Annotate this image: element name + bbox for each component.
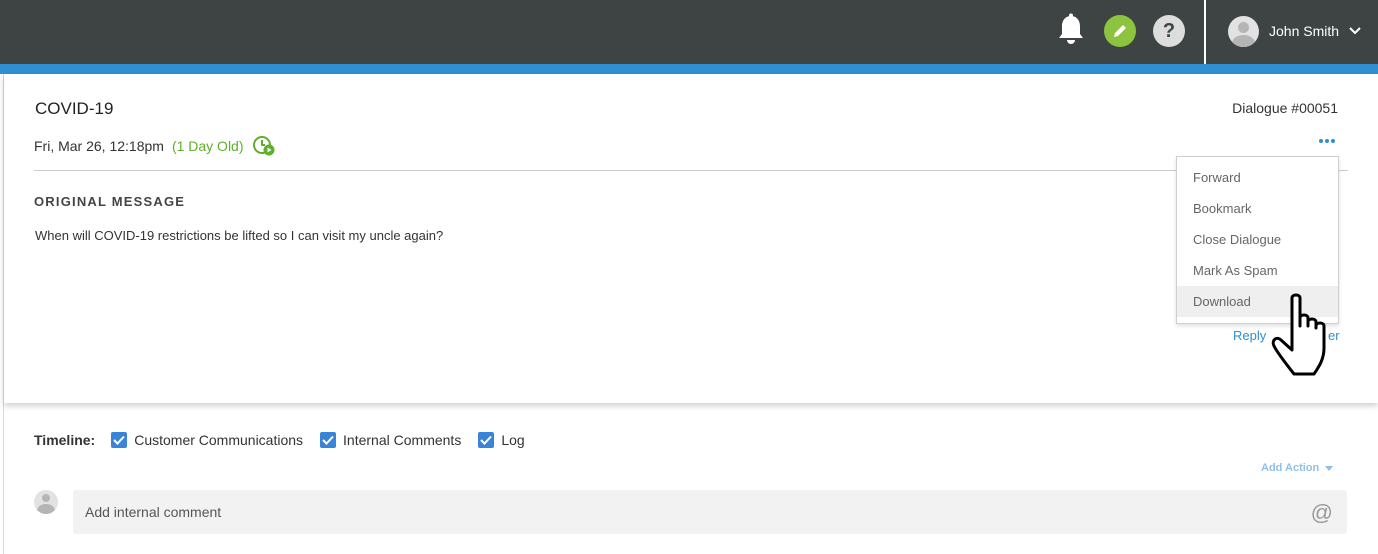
menu-item-bookmark[interactable]: Bookmark [1177, 193, 1338, 224]
dialogue-id: Dialogue #00051 [1232, 100, 1338, 116]
header-divider [1204, 0, 1206, 64]
more-options-icon[interactable] [1319, 139, 1335, 143]
bell-icon[interactable] [1055, 13, 1087, 46]
internal-comment-input[interactable] [85, 490, 1285, 534]
original-message: When will COVID-19 restrictions be lifte… [35, 228, 444, 243]
filter-label: Internal Comments [343, 432, 462, 448]
help-icon[interactable]: ? [1153, 15, 1185, 47]
menu-item-forward[interactable]: Forward [1177, 162, 1338, 193]
pencil-icon[interactable] [1104, 15, 1136, 47]
filter-label: Customer Communications [134, 432, 304, 448]
timeline-filters: Timeline: Customer Communications Intern… [34, 432, 542, 448]
reply-link[interactable]: Reply [1233, 328, 1266, 343]
timeline-label: Timeline: [34, 432, 96, 448]
filter-log[interactable]: Log [478, 432, 525, 448]
filter-internal-comments[interactable]: Internal Comments [320, 432, 461, 448]
user-menu[interactable]: John Smith [1228, 15, 1361, 47]
commenter-avatar [34, 490, 58, 514]
filter-customer-communications[interactable]: Customer Communications [111, 432, 303, 448]
mention-icon[interactable]: @ [1311, 500, 1333, 526]
checkbox-checked-icon[interactable] [320, 432, 337, 448]
user-name: John Smith [1269, 23, 1340, 39]
header-divider-line [34, 170, 1348, 171]
dialogue-date-row: Fri, Mar 26, 12:18pm (1 Day Old) [34, 135, 276, 157]
menu-item-close-dialogue[interactable]: Close Dialogue [1177, 224, 1338, 255]
section-title: ORIGINAL MESSAGE [34, 194, 186, 209]
avatar [1228, 15, 1259, 47]
checkbox-checked-icon[interactable] [111, 432, 128, 448]
accent-strip [0, 64, 1378, 74]
add-action-button[interactable]: Add Action [1261, 462, 1334, 474]
dialogue-date: Fri, Mar 26, 12:18pm [34, 138, 164, 154]
add-action-label: Add Action [1261, 462, 1320, 474]
dialogue-age: (1 Day Old) [171, 138, 244, 154]
filter-label: Log [501, 432, 525, 448]
clock-play-icon[interactable] [252, 135, 276, 157]
checkbox-checked-icon[interactable] [478, 432, 495, 448]
dialogue-title: COVID-19 [35, 99, 114, 118]
menu-item-mark-as-spam[interactable]: Mark As Spam [1177, 255, 1338, 286]
comment-box: @ [73, 490, 1347, 534]
caret-down-icon [1325, 465, 1334, 471]
chevron-down-icon[interactable] [1349, 27, 1361, 35]
help-glyph: ? [1162, 19, 1176, 42]
hand-pointer-cursor-icon [1271, 293, 1326, 376]
